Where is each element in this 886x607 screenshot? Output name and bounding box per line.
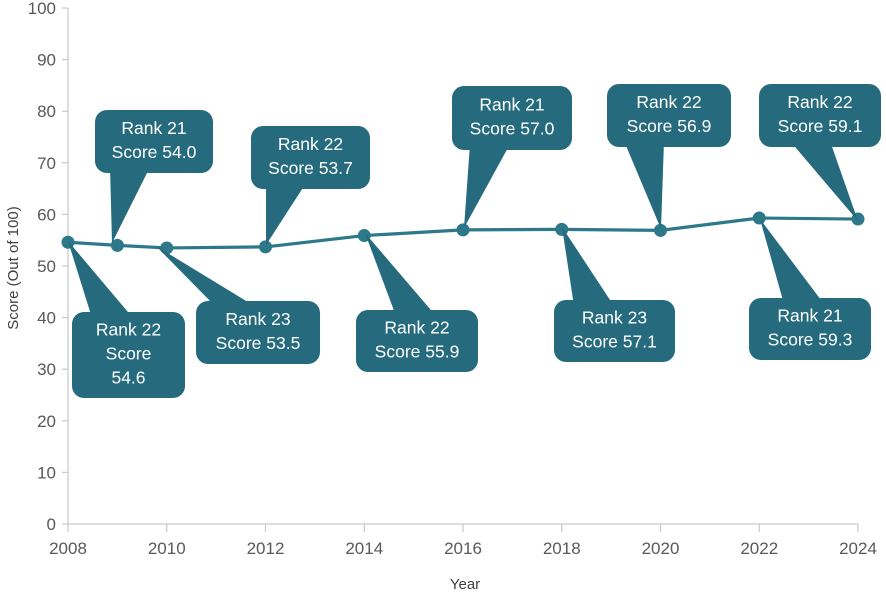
callout-2014[interactable]: Rank 22 Score 55.9 xyxy=(356,233,478,372)
callout-line: Score 53.5 xyxy=(216,333,301,353)
y-tick-label: 40 xyxy=(37,309,56,328)
y-tick-label: 0 xyxy=(47,515,56,534)
y-axis-title: Score (Out of 100) xyxy=(5,206,22,329)
x-tick-label: 2008 xyxy=(49,539,87,558)
callout-2012[interactable]: Rank 22 Score 53.7 xyxy=(251,126,370,245)
data-point-marker[interactable] xyxy=(752,211,766,225)
y-tick-label: 100 xyxy=(28,0,56,18)
y-tick-label: 30 xyxy=(37,360,56,379)
y-axis: 0 10 20 30 40 50 60 70 80 90 100 xyxy=(28,0,69,534)
x-tick-label: 2014 xyxy=(345,539,383,558)
data-point-marker[interactable] xyxy=(160,241,174,255)
callout-2018[interactable]: Rank 23 Score 57.1 xyxy=(554,227,675,362)
callout-line: Score 56.9 xyxy=(627,116,712,136)
callout-line: Score 55.9 xyxy=(375,342,460,362)
y-tick-label: 60 xyxy=(37,205,56,224)
callout-line: Score 54.0 xyxy=(112,142,197,162)
callout-layer: Rank 22 Score 54.6 Rank 21 Score 54.0 Rank 23… xyxy=(68,84,881,398)
callout-line: Rank 22 xyxy=(96,320,161,340)
callout-line: Score 57.0 xyxy=(470,119,555,139)
x-tick-label: 2020 xyxy=(642,539,680,558)
data-point-marker[interactable] xyxy=(259,240,272,254)
callout-tail xyxy=(365,233,436,316)
callout-tail xyxy=(68,241,133,318)
callout-tail xyxy=(464,144,510,228)
callout-line: Rank 23 xyxy=(225,309,290,329)
x-axis: 2008 2010 2012 2014 2016 2018 2020 2022 2024 xyxy=(49,523,877,558)
callout-line: 54.6 xyxy=(111,368,145,388)
y-tick-label: 80 xyxy=(37,102,56,121)
y-tick-label: 50 xyxy=(37,257,56,276)
callout-line: Score 59.3 xyxy=(768,330,853,350)
callout-line: Rank 21 xyxy=(121,118,186,138)
x-axis-title: Year xyxy=(450,576,480,593)
callout-2009[interactable]: Rank 21 Score 54.0 xyxy=(95,110,213,243)
x-tick-label: 2022 xyxy=(740,539,778,558)
data-series xyxy=(61,211,865,255)
callout-2022[interactable]: Rank 21 Score 59.3 xyxy=(749,219,871,360)
callout-line: Rank 22 xyxy=(636,92,701,112)
callout-tail xyxy=(110,167,150,243)
callout-line: Score xyxy=(106,344,152,364)
callout-line: Rank 22 xyxy=(278,134,343,154)
callout-line: Score 53.7 xyxy=(268,158,353,178)
x-tick-label: 2016 xyxy=(444,539,482,558)
callout-2020[interactable]: Rank 22 Score 56.9 xyxy=(607,84,731,229)
x-tick-label: 2018 xyxy=(543,539,581,558)
callout-line: Score 59.1 xyxy=(778,116,863,136)
callout-line: Score 57.1 xyxy=(572,332,657,352)
callout-line: Rank 22 xyxy=(787,92,852,112)
callout-2016[interactable]: Rank 21 Score 57.0 xyxy=(452,86,572,228)
callout-tail xyxy=(624,141,664,229)
callout-tail xyxy=(760,219,824,304)
y-tick-label: 10 xyxy=(37,463,56,482)
y-tick-label: 20 xyxy=(37,412,56,431)
callout-line: Rank 21 xyxy=(479,95,544,115)
callout-tail xyxy=(562,227,614,306)
callout-line: Rank 22 xyxy=(384,318,449,338)
callout-line: Rank 21 xyxy=(777,306,842,326)
y-tick-label: 70 xyxy=(37,154,56,173)
line-chart: 0 10 20 30 40 50 60 70 80 90 100 2008 2010 2012 2014 2… xyxy=(0,0,886,607)
x-tick-label: 2024 xyxy=(839,539,877,558)
x-tick-label: 2010 xyxy=(148,539,186,558)
chart-canvas: 0102030405060708090100 2008 2010 2012 2014 2… xyxy=(5,0,881,593)
x-tick-label: 2012 xyxy=(247,539,285,558)
callout-2008[interactable]: Rank 22 Score 54.6 xyxy=(68,241,185,398)
callout-2024[interactable]: Rank 22 Score 59.1 xyxy=(759,84,881,221)
y-tick-label: 90 xyxy=(37,51,56,70)
data-point-marker[interactable] xyxy=(456,223,470,237)
callout-line: Rank 23 xyxy=(582,308,647,328)
callout-tail xyxy=(790,141,858,221)
callout-tail xyxy=(266,183,306,245)
callout-tail xyxy=(156,246,256,307)
